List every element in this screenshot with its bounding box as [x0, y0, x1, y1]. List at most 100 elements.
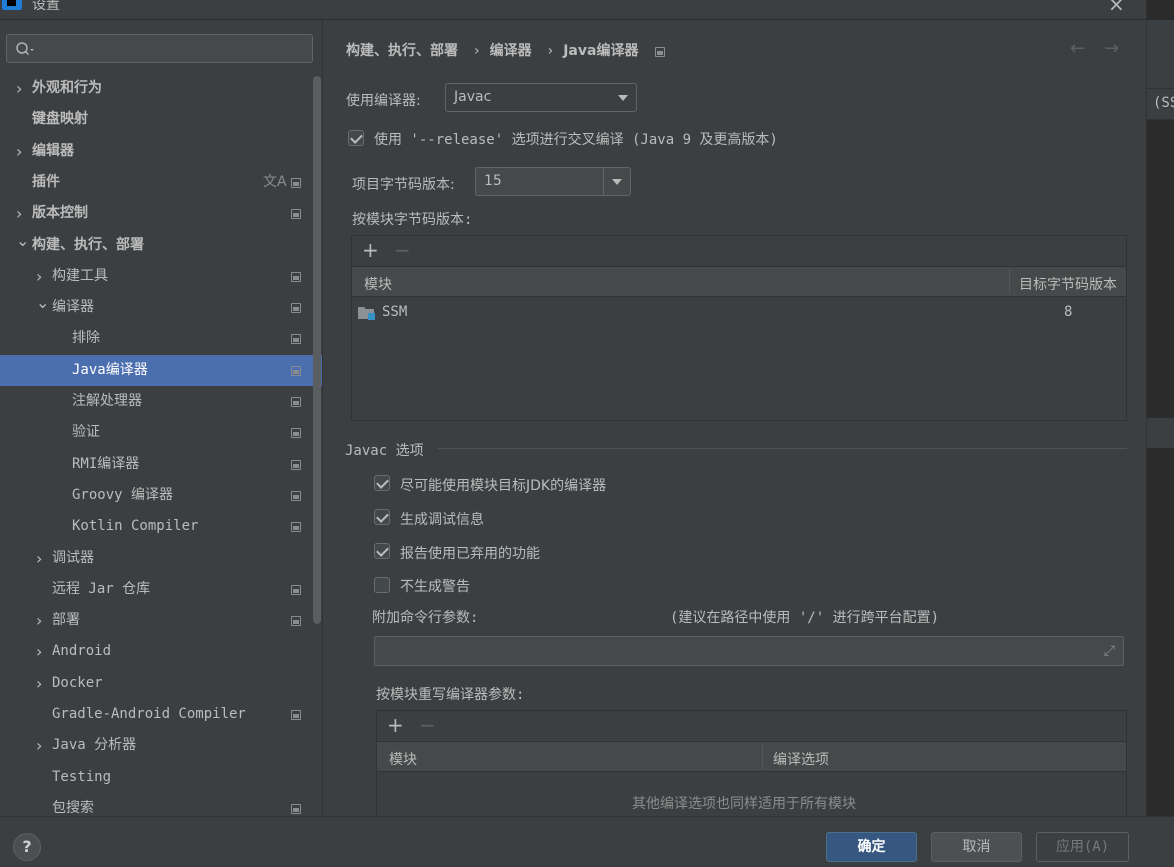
column-separator[interactable] — [1009, 269, 1010, 294]
sidebar-item-label: Kotlin Compiler — [72, 518, 199, 534]
sidebar-item[interactable]: Kotlin Compiler — [0, 511, 322, 542]
sidebar-item[interactable]: › 调试器 — [0, 543, 322, 574]
compiler-select[interactable]: Javac — [445, 83, 637, 112]
add-icon[interactable]: + — [362, 238, 379, 262]
background-ide-strip: (SS — [1146, 0, 1174, 816]
sidebar-item[interactable]: 插件 文A — [0, 167, 322, 198]
settings-search-input[interactable] — [6, 34, 313, 63]
generate-debug-info-label: 生成调试信息 — [400, 512, 484, 528]
sidebar-item[interactable]: ⌄ 编译器 — [0, 292, 322, 323]
sidebar-item[interactable]: › 外观和行为 — [0, 73, 322, 104]
sidebar-item[interactable]: Groovy 编译器 — [0, 480, 322, 511]
release-option-label: 使用 '--release' 选项进行交叉编译 (Java 9 及更高版本) — [374, 132, 778, 148]
chevron-right-icon[interactable]: › — [16, 73, 28, 104]
table-header: 模块 编译选项 — [377, 741, 1126, 772]
project-settings-icon — [291, 366, 301, 376]
sidebar-item-label: Groovy 编译器 — [72, 487, 174, 503]
forward-arrow-icon[interactable]: → — [1104, 38, 1119, 59]
no-warnings-checkbox[interactable] — [374, 577, 390, 593]
add-icon[interactable]: + — [387, 713, 404, 737]
sidebar-item[interactable]: ⌄ 构建、执行、部署 — [0, 230, 322, 261]
sidebar-item[interactable]: › Android — [0, 636, 322, 667]
release-option-checkbox[interactable] — [348, 130, 364, 146]
project-settings-icon — [291, 397, 301, 407]
report-deprecated-checkbox[interactable] — [374, 543, 390, 559]
project-settings-icon — [655, 47, 666, 57]
background-panel — [1147, 418, 1174, 448]
sidebar-item[interactable]: RMI编译器 — [0, 449, 322, 480]
breadcrumb-item[interactable]: 构建、执行、部署 — [346, 43, 458, 59]
sidebar-item[interactable]: › 部署 — [0, 605, 322, 636]
override-params-label: 按模块重写编译器参数: — [376, 687, 525, 703]
apply-button[interactable]: 应用(A) — [1036, 832, 1129, 862]
sidebar-item[interactable]: › 编辑器 — [0, 136, 322, 167]
project-bytecode-label: 项目字节码版本: — [352, 177, 455, 193]
sidebar-item[interactable]: 远程 Jar 仓库 — [0, 574, 322, 605]
remove-icon[interactable]: − — [394, 238, 411, 262]
sidebar-scrollbar[interactable] — [313, 76, 321, 624]
generate-debug-info-checkbox[interactable] — [374, 509, 390, 525]
chevron-right-icon[interactable]: › — [36, 730, 48, 761]
table-row[interactable]: SSM 8 — [352, 298, 1126, 328]
intellij-logo-icon — [2, 0, 22, 10]
combo-divider — [603, 168, 604, 195]
use-module-jdk-label: 尽可能使用模块目标JDK的编译器 — [400, 478, 607, 494]
breadcrumb-item: Java编译器 — [563, 43, 639, 59]
sidebar-item[interactable]: 注解处理器 — [0, 386, 322, 417]
cmd-params-input[interactable]: ⤢ — [374, 636, 1124, 666]
sidebar-item-label: 远程 Jar 仓库 — [52, 581, 151, 597]
help-button[interactable]: ? — [13, 833, 41, 861]
column-separator[interactable] — [762, 744, 763, 769]
sidebar-item[interactable]: › Docker — [0, 668, 322, 699]
chevron-right-icon[interactable]: › — [36, 605, 48, 636]
sidebar-item[interactable]: Java编译器 — [0, 355, 322, 386]
project-settings-icon — [291, 178, 301, 188]
sidebar-item[interactable]: 包搜索 — [0, 793, 322, 816]
sidebar-item-label: 包搜索 — [52, 800, 94, 816]
sidebar-item[interactable]: Testing — [0, 762, 322, 793]
compiler-select-value: Javac — [454, 89, 492, 105]
column-header-target-version[interactable]: 目标字节码版本 — [1019, 274, 1117, 294]
sidebar-item[interactable]: › 版本控制 — [0, 198, 322, 229]
chevron-right-icon[interactable]: › — [36, 636, 48, 667]
remove-icon[interactable]: − — [419, 713, 436, 737]
cmd-params-hint: (建议在路径中使用 '/' 进行跨平台配置) — [670, 610, 940, 626]
sidebar-item[interactable]: Gradle-Android Compiler — [0, 699, 322, 730]
sidebar-item[interactable]: › 构建工具 — [0, 261, 322, 292]
breadcrumb-separator: › — [474, 43, 480, 59]
use-module-jdk-checkbox[interactable] — [374, 475, 390, 491]
sidebar-item-label: Java编译器 — [72, 362, 148, 378]
column-header-compile-options[interactable]: 编译选项 — [773, 749, 829, 769]
project-bytecode-combo[interactable]: 15 — [475, 167, 631, 196]
project-bytecode-value: 15 — [484, 173, 502, 189]
sidebar-item[interactable]: 键盘映射 — [0, 104, 322, 135]
column-header-module[interactable]: 模块 — [364, 274, 392, 294]
column-header-module[interactable]: 模块 — [389, 749, 417, 769]
empty-table-text: 其他编译选项也同样适用于所有模块 — [632, 796, 856, 812]
javac-section-title: Javac 选项 — [345, 443, 424, 459]
chevron-down-icon[interactable]: ⌄ — [16, 225, 29, 256]
module-folder-icon — [358, 307, 375, 320]
chevron-right-icon[interactable]: › — [36, 668, 48, 699]
sidebar-item-label: 排除 — [72, 330, 100, 346]
chevron-right-icon[interactable]: › — [36, 543, 48, 574]
sidebar-item[interactable]: 排除 — [0, 323, 322, 354]
table-header: 模块 目标字节码版本 — [352, 266, 1126, 297]
breadcrumb-item[interactable]: 编译器 — [490, 43, 532, 59]
project-settings-icon — [291, 710, 301, 720]
chevron-down-icon — [618, 95, 628, 101]
back-arrow-icon[interactable]: ← — [1070, 38, 1085, 59]
background-text-fragment: (SS — [1153, 95, 1174, 111]
sidebar-item-label: RMI编译器 — [72, 456, 140, 472]
chevron-down-icon[interactable]: ⌄ — [36, 287, 49, 318]
chevron-right-icon[interactable]: › — [16, 136, 28, 167]
sidebar-item[interactable]: 验证 — [0, 417, 322, 448]
sidebar-item[interactable]: › Java 分析器 — [0, 730, 322, 761]
ok-button[interactable]: 确定 — [826, 832, 917, 862]
sidebar-item-label: Gradle-Android Compiler — [52, 706, 246, 722]
cancel-button[interactable]: 取消 — [931, 832, 1022, 862]
project-settings-icon — [291, 303, 301, 313]
close-button[interactable]: × — [1108, 0, 1125, 16]
expand-icon[interactable]: ⤢ — [1104, 643, 1115, 659]
per-module-bytecode-label: 按模块字节码版本: — [352, 212, 473, 228]
